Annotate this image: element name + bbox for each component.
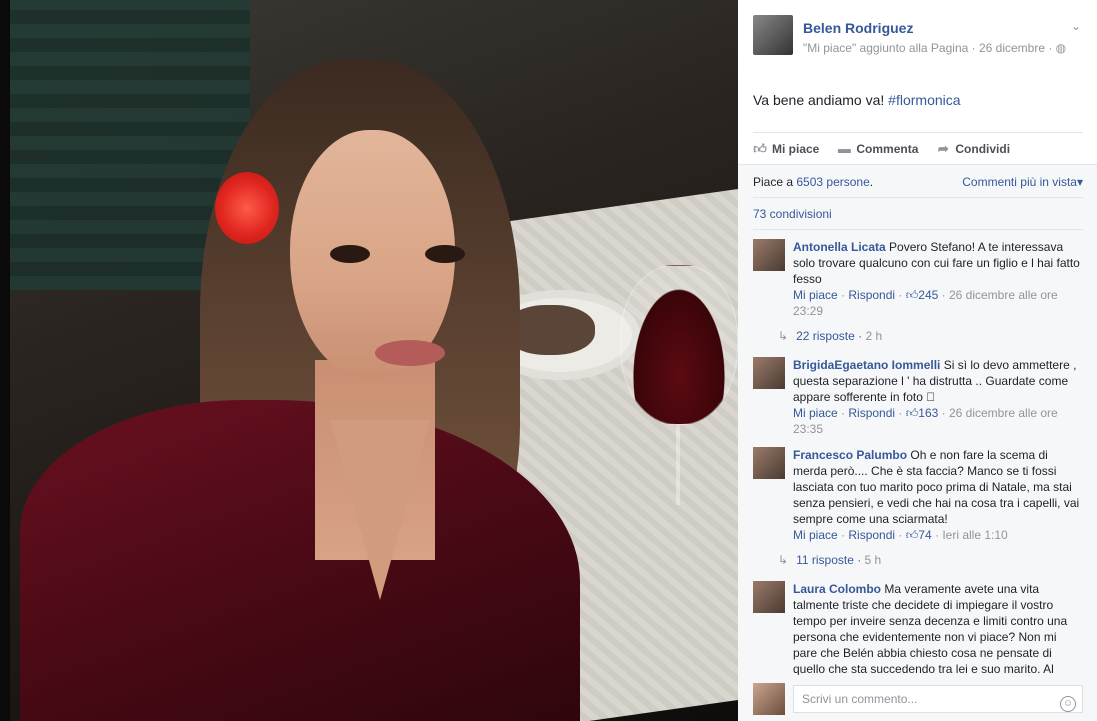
comment-author-link[interactable]: BrigidaEgaetano Iommelli — [793, 358, 940, 372]
comment-like-count[interactable]: 245 — [918, 288, 938, 302]
comment-reply-link[interactable]: Rispondi — [848, 288, 895, 302]
smiley-icon[interactable]: ☺ — [1060, 696, 1076, 712]
replies-time: 2 h — [865, 329, 883, 343]
post-header: Belen Rodriguez "Mi piace" aggiunto alla… — [753, 15, 1083, 60]
photo-eye-left — [330, 245, 370, 263]
page-name-link[interactable]: Belen Rodriguez — [803, 20, 913, 36]
page-avatar[interactable] — [753, 15, 793, 55]
post-meta-text: "Mi piace" aggiunto alla Pagina · 26 dic… — [803, 41, 1056, 55]
comment-label: Commenta — [856, 141, 919, 156]
likes-count-link[interactable]: 6503 persone — [796, 175, 869, 189]
thumbs-up-icon: 👍︎ — [753, 140, 767, 156]
hashtag-link[interactable]: #flormonica — [888, 92, 960, 108]
share-label: Condividi — [955, 141, 1011, 156]
commenter-avatar[interactable] — [753, 357, 785, 389]
photo-wine-glass — [620, 265, 738, 425]
post-actions: 👍︎ Mi piace ▬ Commenta ➦ Condividi — [753, 132, 1083, 164]
post-message-text: Va bene andiamo va! — [753, 92, 889, 108]
comment-body: Laura Colombo Ma veramente avete una vit… — [793, 581, 1083, 675]
photo-glass-stem — [676, 425, 680, 505]
comment-meta: Mi piace · Rispondi · 👍︎74 · Ieri alle 1… — [793, 528, 1008, 542]
comment-like-link[interactable]: Mi piace — [793, 288, 838, 302]
comment-body: Antonella Licata Povero Stefano! A te in… — [793, 239, 1083, 319]
likes-prefix: Piace a — [753, 175, 797, 189]
comment-like-link[interactable]: Mi piace — [793, 406, 838, 420]
like-label: Mi piace — [772, 141, 820, 156]
like-button[interactable]: 👍︎ Mi piace — [753, 140, 820, 156]
divider — [753, 229, 1083, 230]
post-message: Va bene andiamo va! #flormonica — [753, 92, 961, 108]
shares-link[interactable]: 73 condivisioni — [753, 207, 832, 221]
comment-reply-link[interactable]: Rispondi — [848, 406, 895, 420]
comment-body: BrigidaEgaetano Iommelli Si sì lo devo a… — [793, 357, 1083, 437]
speech-bubble-icon: ▬ — [837, 140, 851, 156]
replies-count: 22 risposte — [796, 329, 855, 343]
comment-input-placeholder: Scrivi un commento... — [802, 692, 918, 706]
thumbs-up-icon: 👍︎ — [905, 528, 919, 542]
replies-link[interactable]: ↳ 22 risposte · 2 h — [778, 329, 882, 343]
reply-arrow-icon: ↳ — [778, 329, 789, 343]
post-sidebar: Belen Rodriguez "Mi piace" aggiunto alla… — [738, 0, 1097, 721]
divider — [753, 197, 1083, 198]
sort-label: Commenti più in vista — [962, 175, 1077, 189]
comment-reply-link[interactable]: Rispondi — [848, 528, 895, 542]
reply-arrow-icon: ↳ — [778, 553, 789, 567]
globe-icon: ◍ — [1055, 41, 1067, 55]
commenter-avatar[interactable] — [753, 447, 785, 479]
user-avatar — [753, 683, 785, 715]
replies-link[interactable]: ↳ 11 risposte · 5 h — [778, 553, 881, 567]
comment-body: Francesco Palumbo Oh e non fare la scema… — [793, 447, 1083, 543]
comment-author-link[interactable]: Antonella Licata — [793, 240, 886, 254]
comment-sort-dropdown[interactable]: Commenti più in vista▾ — [962, 175, 1083, 189]
comment-like-count[interactable]: 74 — [918, 528, 931, 542]
replies-time: 5 h — [864, 553, 882, 567]
post-photo[interactable] — [0, 0, 738, 721]
comments-panel: Piace a 6503 persone. Commenti più in vi… — [738, 164, 1097, 721]
comment-meta: Mi piace · Rispondi · 👍︎163 · 26 dicembr… — [793, 406, 1058, 436]
chevron-down-icon[interactable]: ⌄ — [1069, 19, 1083, 33]
comment-meta: Mi piace · Rispondi · 👍︎245 · 26 dicembr… — [793, 288, 1058, 318]
comment-author-link[interactable]: Francesco Palumbo — [793, 448, 907, 462]
commenter-avatar[interactable] — [753, 581, 785, 613]
comment-button[interactable]: ▬ Commenta — [837, 140, 919, 156]
share-arrow-icon: ➦ — [937, 140, 949, 156]
likes-summary: Piace a 6503 persone. Commenti più in vi… — [753, 175, 1083, 195]
photo-eye-right — [425, 245, 465, 263]
commenter-avatar[interactable] — [753, 239, 785, 271]
likes-suffix: . — [869, 175, 874, 189]
photo-lips — [375, 340, 445, 366]
post-meta: "Mi piace" aggiunto alla Pagina · 26 dic… — [803, 41, 1066, 55]
caret-down-icon: ▾ — [1076, 175, 1083, 189]
replies-count: 11 risposte — [796, 553, 854, 567]
photo-border — [0, 0, 10, 721]
photo-flower — [215, 172, 279, 244]
thumbs-up-icon: 👍︎ — [905, 288, 919, 302]
comment-author-link[interactable]: Laura Colombo — [793, 582, 881, 596]
comment-like-link[interactable]: Mi piace — [793, 528, 838, 542]
comment-item: Laura Colombo Ma veramente avete una vit… — [753, 581, 1083, 675]
share-button[interactable]: ➦ Condividi — [936, 140, 1011, 156]
comment-input[interactable]: Scrivi un commento... ☺ — [793, 685, 1083, 713]
comment-time[interactable]: Ieri alle 1:10 — [942, 528, 1007, 542]
comment-like-count[interactable]: 163 — [918, 406, 938, 420]
thumbs-up-icon: 👍︎ — [905, 406, 919, 420]
comment-composer: Scrivi un commento... ☺ — [753, 681, 1083, 715]
